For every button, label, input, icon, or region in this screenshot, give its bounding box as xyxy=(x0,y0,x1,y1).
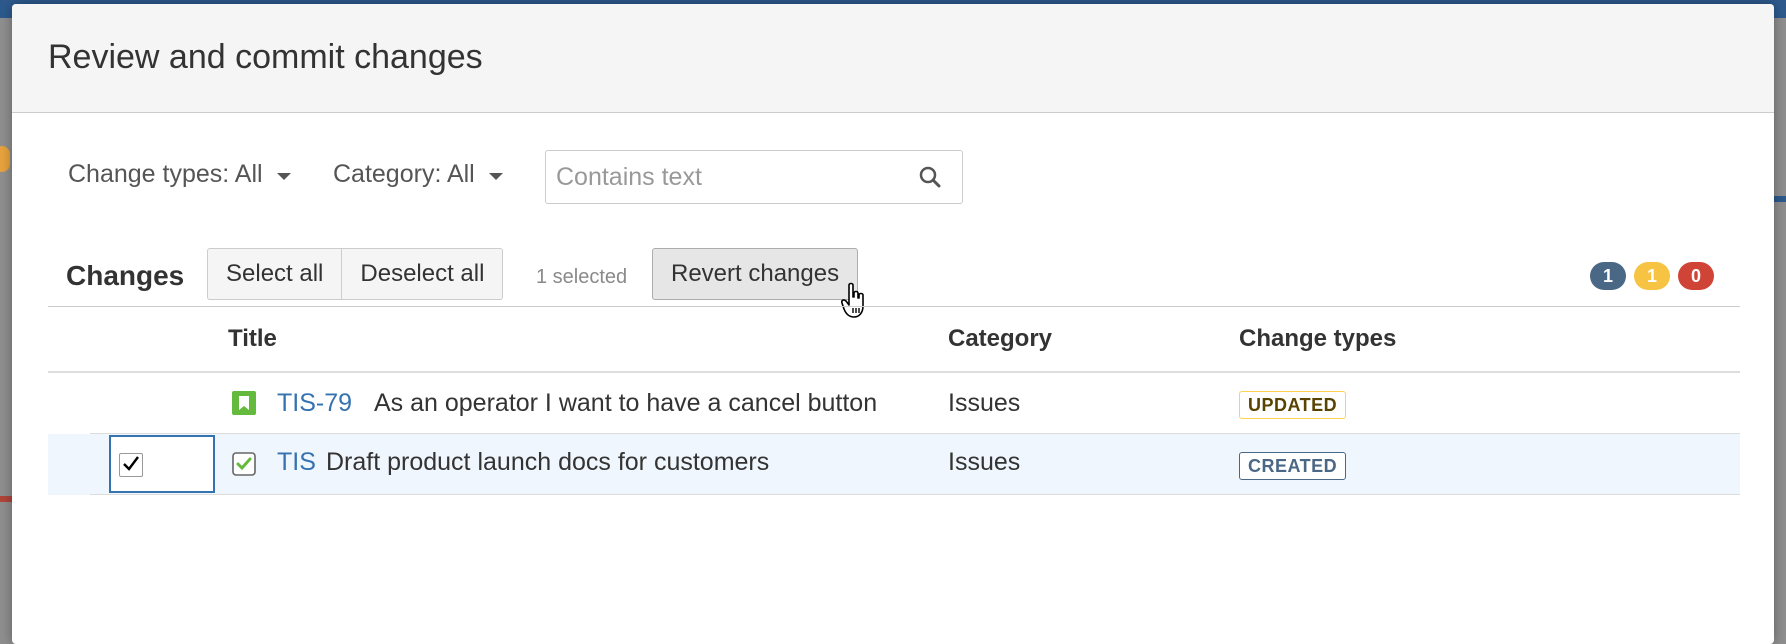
selected-count: 1 selected xyxy=(536,266,628,288)
category-filter[interactable]: Category: All xyxy=(333,160,503,189)
selection-button-group: Select all Deselect all xyxy=(207,248,504,300)
issue-summary: Draft product launch docs for customers xyxy=(326,448,770,476)
story-icon xyxy=(232,391,256,415)
change-type-lozenge: UPDATED xyxy=(1239,391,1347,419)
table-header: Title Category Change types xyxy=(48,306,1740,373)
changes-table: Title Category Change types TIS-79 As an… xyxy=(48,306,1740,495)
dialog-title: Review and commit changes xyxy=(48,38,483,76)
checkmark-icon xyxy=(123,456,139,471)
column-header-title: Title xyxy=(228,325,277,352)
row-checkbox[interactable] xyxy=(119,453,143,477)
table-row-selected[interactable]: TIS Draft product launch docs for custom… xyxy=(48,434,1740,495)
modified-count-badge: 1 xyxy=(1634,262,1670,290)
category-cell: Issues xyxy=(948,448,1021,476)
change-types-filter[interactable]: Change types: All xyxy=(68,160,291,189)
category-filter-label: Category: All xyxy=(333,160,475,188)
search-field xyxy=(545,150,963,204)
background-status-bar xyxy=(0,496,12,502)
search-icon[interactable] xyxy=(918,165,942,189)
column-header-change-types: Change types xyxy=(1239,325,1397,352)
background-accent-bar xyxy=(1772,196,1786,202)
change-count-badges: 1 1 0 xyxy=(1590,262,1714,290)
review-commit-dialog: Review and commit changes Change types: … xyxy=(12,4,1774,644)
issue-key-link[interactable]: TIS xyxy=(277,448,316,477)
issue-key-link[interactable]: TIS-79 xyxy=(277,389,352,418)
change-type-lozenge: CREATED xyxy=(1239,452,1347,480)
updated-count-badge: 1 xyxy=(1590,262,1626,290)
chevron-down-icon xyxy=(488,172,503,180)
deleted-count-badge: 0 xyxy=(1678,262,1714,290)
row-select-cell[interactable] xyxy=(109,435,215,493)
task-icon xyxy=(232,452,256,476)
column-header-category: Category xyxy=(948,325,1053,352)
changes-heading: Changes xyxy=(66,260,185,291)
select-all-button[interactable]: Select all xyxy=(207,248,343,300)
background-avatar xyxy=(0,146,10,172)
table-row[interactable]: TIS-79 As an operator I want to have a c… xyxy=(48,373,1740,434)
dialog-header: Review and commit changes xyxy=(12,4,1774,113)
revert-changes-button[interactable]: Revert changes xyxy=(652,248,859,300)
change-types-filter-label: Change types: All xyxy=(68,160,263,188)
category-cell: Issues xyxy=(948,389,1021,417)
row-divider xyxy=(90,494,1740,495)
chevron-down-icon xyxy=(276,172,291,180)
deselect-all-button[interactable]: Deselect all xyxy=(342,248,504,300)
search-input[interactable] xyxy=(546,151,906,203)
issue-summary: As an operator I want to have a cancel b… xyxy=(374,389,878,417)
